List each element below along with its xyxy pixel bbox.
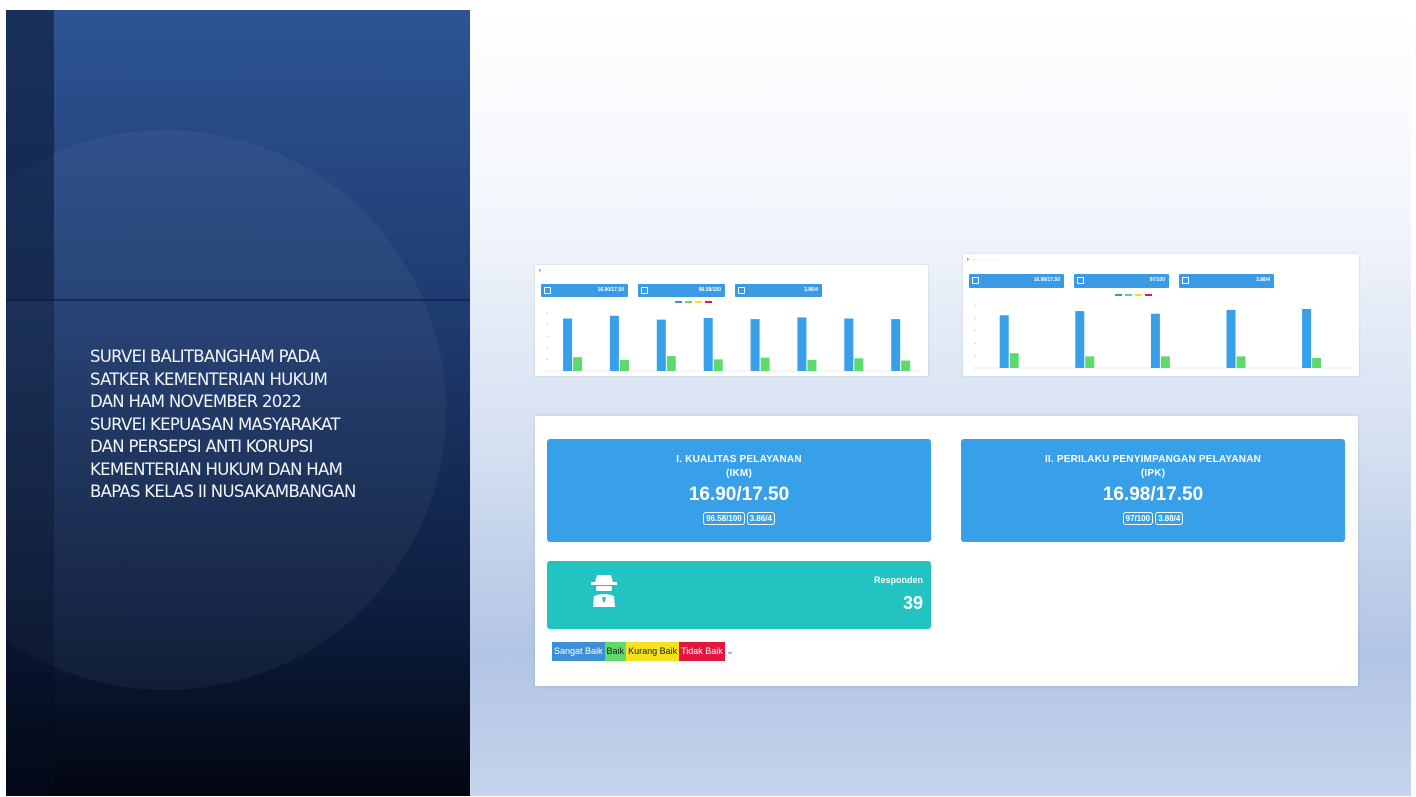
perilaku-label: II. PERILAKU PENYIMPANGAN PELAYANAN (IPK… — [961, 453, 1345, 481]
kualitas-label-line2: (IKM) — [726, 468, 752, 479]
bar-secondary — [666, 356, 676, 371]
kualitas-chip-index: 3.86/4 — [746, 512, 775, 525]
mini-stat-box: 16.90/17.50 — [541, 284, 628, 297]
perilaku-chips: 97/100 3.88/4 — [961, 508, 1345, 526]
kualitas-label-line1: I. KUALITAS PELAYANAN — [676, 454, 802, 465]
mini-stat-value: 16.98/17.50 — [1033, 277, 1060, 283]
kualitas-label: I. KUALITAS PELAYANAN (IKM) — [547, 453, 931, 481]
bar-secondary — [1236, 356, 1246, 368]
bar-secondary — [1009, 353, 1019, 368]
chart-icon — [1077, 277, 1084, 284]
mini-stat-value: 16.90/17.50 — [597, 287, 624, 293]
mini-stat-box: 97/100 — [1074, 274, 1169, 288]
title-panel: SURVEI BALITBANGHAM PADA SATKER KEMENTER… — [6, 10, 470, 796]
bar-secondary — [713, 359, 723, 371]
spy-icon — [591, 575, 617, 607]
legend-tidak-baik: Tidak Baik — [679, 642, 725, 661]
bar-primary — [1302, 309, 1312, 368]
bar-primary — [609, 315, 619, 371]
slide-title: SURVEI BALITBANGHAM PADA SATKER KEMENTER… — [90, 346, 460, 504]
bar-primary — [1150, 313, 1160, 368]
legend-sangat-baik: Sangat Baik — [552, 642, 605, 661]
bar-secondary — [1160, 356, 1170, 368]
chart-icon — [1182, 277, 1189, 284]
responden-label: Responden — [873, 575, 923, 585]
bar-secondary — [1085, 356, 1095, 368]
chart-icon — [972, 277, 979, 284]
mini-bar-chart — [974, 305, 1353, 369]
decorative-band-top — [6, 10, 54, 300]
perilaku-chip-score: 97/100 — [1122, 512, 1154, 525]
chart-icon — [641, 287, 648, 294]
bar-secondary — [807, 360, 817, 371]
mini-stat-value: 3.88/4 — [1256, 277, 1270, 283]
perilaku-label-line2: (IPK) — [1140, 468, 1166, 479]
bar-secondary — [901, 360, 911, 371]
title-line: SURVEI BALITBANGHAM PADA — [90, 347, 320, 366]
decorative-band-bottom — [6, 300, 54, 796]
mini-legend — [675, 301, 715, 304]
kualitas-pelayanan-box[interactable]: I. KUALITAS PELAYANAN (IKM) 16.90/17.50 … — [547, 439, 931, 542]
bar-primary — [844, 318, 854, 371]
responden-box[interactable]: Responden 39 — [547, 561, 931, 629]
title-line: BAPAS KELAS II NUSAKAMBANGAN — [90, 482, 356, 501]
mini-chart-perilaku: ▮ ········ ········· ········· 16.98/17.… — [963, 254, 1359, 376]
bar-secondary — [619, 360, 629, 371]
bar-primary — [1226, 310, 1236, 368]
chart-icon — [544, 287, 551, 294]
perilaku-penyimpangan-box[interactable]: II. PERILAKU PENYIMPANGAN PELAYANAN (IPK… — [961, 439, 1345, 542]
mini-stat-value: 3.86/4 — [804, 287, 818, 293]
kualitas-value: 16.90/17.50 — [688, 484, 790, 505]
perilaku-chip-index: 3.88/4 — [1155, 512, 1184, 525]
chevron-down-icon[interactable]: ⌄ — [726, 642, 734, 661]
mini-stat-value: 96.58/100 — [698, 287, 721, 293]
decorative-divider — [6, 299, 470, 301]
bar-primary — [797, 317, 807, 371]
bar-secondary — [573, 357, 583, 371]
bar-primary — [563, 318, 573, 371]
mini-legend — [1115, 294, 1155, 297]
mini-bar-chart — [546, 312, 922, 372]
title-line: SATKER KEMENTERIAN HUKUM — [90, 369, 328, 389]
title-line: DAN HAM NOVEMBER 2022 — [90, 392, 302, 411]
legend-baik: Baik — [604, 642, 627, 661]
mini-stat-box: 3.88/4 — [1179, 274, 1274, 288]
title-line: KEMENTERIAN HUKUM DAN HAM — [90, 459, 343, 479]
kualitas-chip-score: 96.58/100 — [703, 512, 745, 525]
mini-stat-value: 97/100 — [1149, 277, 1165, 283]
perilaku-value: 16.98/17.50 — [1102, 484, 1204, 505]
legend-kurang-baik: Kurang Baik — [626, 642, 680, 661]
bar-primary — [656, 319, 666, 371]
mini-stat-box: 16.98/17.50 — [969, 274, 1064, 288]
bar-primary — [891, 319, 901, 371]
responden-count: 39 — [902, 593, 923, 613]
mini-chart-title: ▮ ········ ········· ········· — [967, 257, 998, 261]
title-line: DAN PERSEPSI ANTI KORUPSI — [90, 437, 313, 456]
bar-primary — [703, 318, 713, 371]
mini-stat-box: 3.86/4 — [735, 284, 822, 297]
bar-secondary — [760, 357, 770, 371]
bar-secondary — [854, 358, 864, 371]
kualitas-chips: 96.58/100 3.86/4 — [547, 508, 931, 526]
rating-legend: Sangat Baik Baik Kurang Baik Tidak Baik ⌄ — [552, 642, 734, 661]
dashboard-card: I. KUALITAS PELAYANAN (IKM) 16.90/17.50 … — [535, 416, 1358, 686]
bar-primary — [750, 319, 760, 371]
perilaku-label-line1: II. PERILAKU PENYIMPANGAN PELAYANAN — [1044, 454, 1262, 465]
bar-primary — [1075, 311, 1085, 368]
mini-stat-box: 96.58/100 — [638, 284, 725, 297]
bar-secondary — [1312, 358, 1322, 368]
presentation-slide: SURVEI BALITBANGHAM PADA SATKER KEMENTER… — [6, 10, 1411, 796]
chart-icon — [738, 287, 745, 294]
bar-primary — [999, 315, 1009, 368]
title-line: SURVEI KEPUASAN MASYARAKAT — [90, 414, 340, 434]
mini-chart-kualitas: ▮ ····· ········ ····· 16.90/17.50 96.58… — [535, 265, 928, 376]
mini-chart-title: ▮ ····· ········ ····· — [539, 268, 562, 272]
